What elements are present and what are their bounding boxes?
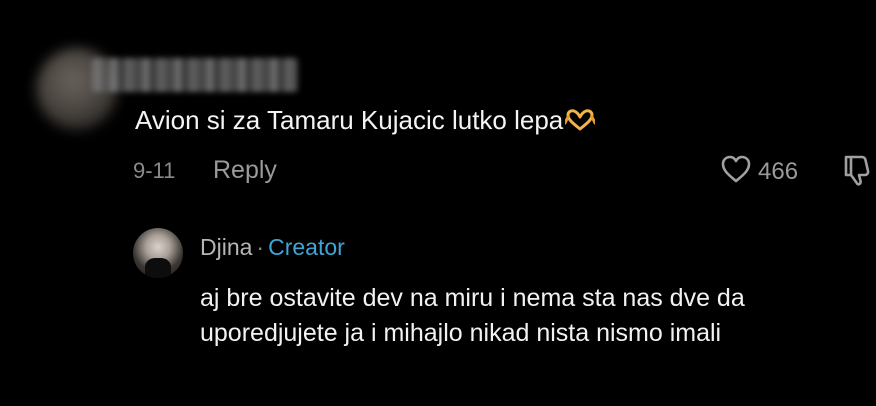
heart-hands-icon: [563, 105, 597, 131]
reply-author[interactable]: Djina: [200, 234, 252, 260]
comment-text-content: Avion si za Tamaru Kujacic lutko lepa: [135, 105, 564, 135]
comment-date: 9-11: [133, 158, 176, 183]
reply-button[interactable]: Reply: [213, 156, 277, 185]
separator-dot: ·: [256, 234, 265, 260]
reply-header: Djina · Creator: [200, 234, 345, 261]
reply-text: aj bre ostavite dev na miru i nema sta n…: [200, 284, 745, 347]
reply-avatar[interactable]: [133, 228, 183, 278]
thumbs-down-icon: [842, 155, 872, 190]
heart-icon: [720, 155, 752, 188]
like-count: 466: [758, 157, 799, 185]
like-button[interactable]: 466: [720, 155, 798, 188]
commenter-name-redacted: [92, 58, 298, 92]
dislike-button[interactable]: [842, 154, 872, 191]
creator-badge: Creator: [268, 234, 345, 260]
comment-text: Avion si za Tamaru Kujacic lutko lepa: [135, 103, 597, 137]
